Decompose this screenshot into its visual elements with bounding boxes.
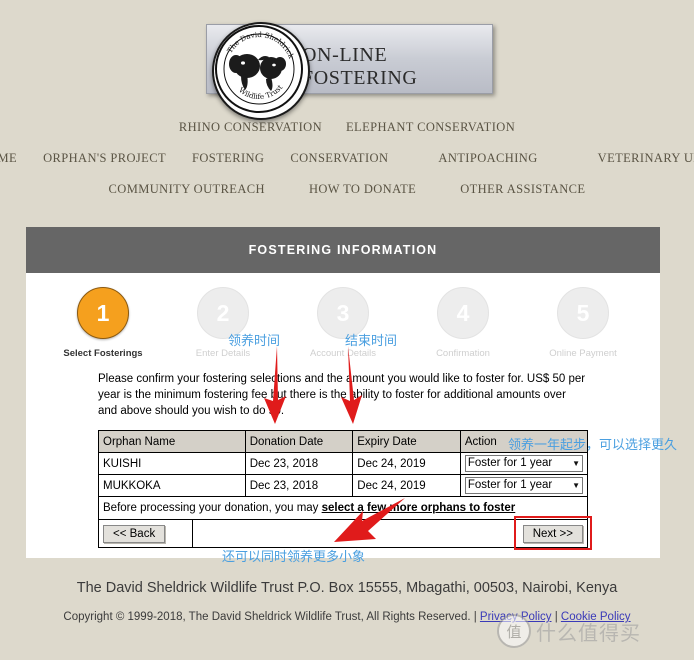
cell-action: Foster for 1 year ▼	[459, 452, 589, 475]
nav-item-elephant-conservation[interactable]: ELEPHANT CONSERVATION	[346, 120, 515, 135]
step-1-circle: 1	[77, 287, 129, 339]
main-navigation: RHINO CONSERVATION ELEPHANT CONSERVATION…	[0, 120, 694, 197]
cell-divider	[192, 520, 193, 547]
nav-item-fostering[interactable]: FOSTERING	[192, 151, 264, 166]
page-title: FOSTERING INFORMATION	[26, 227, 660, 273]
cell-donation-date: Dec 23, 2018	[244, 452, 354, 475]
watermark: 值 什么值得买	[497, 614, 641, 648]
cell-orphan-name: KUISHI	[98, 452, 246, 475]
table-row: MUKKOKA Dec 23, 2018 Dec 24, 2019 Foster…	[98, 474, 589, 497]
step-4[interactable]: 4 Confirmation	[417, 287, 509, 359]
nav-row-3: COMMUNITY OUTREACH HOW TO DONATE OTHER A…	[0, 182, 694, 197]
foster-duration-value: Foster for 1 year	[467, 479, 553, 491]
next-button-wrap: Next >>	[513, 516, 592, 550]
nav-item-antipoaching[interactable]: ANTIPOACHING	[438, 151, 537, 166]
annotation-arrow-donation-date	[264, 346, 286, 424]
annotation-year-note: 领养一年起步，可以选择更久	[508, 438, 678, 453]
foster-duration-select-kuishi[interactable]: Foster for 1 year ▼	[464, 455, 583, 472]
step-4-label: Confirmation	[436, 348, 490, 359]
step-5-circle: 5	[557, 287, 609, 339]
cell-expiry-date: Dec 24, 2019	[352, 474, 461, 497]
site-header: ON-LINE FOSTERING The David Sheldrick Wi…	[0, 0, 694, 120]
chevron-down-icon: ▼	[572, 481, 580, 490]
step-4-circle: 4	[437, 287, 489, 339]
watermark-badge-icon: 值	[497, 614, 531, 648]
annotation-arrow-select-more-link	[334, 498, 405, 542]
note-prefix: Before processing your donation, you may	[103, 502, 322, 514]
table-row: KUISHI Dec 23, 2018 Dec 24, 2019 Foster …	[98, 452, 589, 475]
nav-item-conservation[interactable]: CONSERVATION	[290, 151, 388, 166]
next-button-highlight-box	[513, 516, 592, 550]
foster-duration-value: Foster for 1 year	[467, 457, 553, 469]
nav-item-community-outreach[interactable]: COMMUNITY OUTREACH	[109, 182, 265, 197]
footer-address: The David Sheldrick Wildlife Trust P.O. …	[76, 580, 618, 596]
annotation-arrow-expiry-date	[341, 346, 362, 424]
cell-action: Foster for 1 year ▼	[459, 474, 589, 497]
dswt-seal-logo[interactable]: The David Sheldrick Wildlife Trust	[212, 22, 310, 120]
header-expiry-date: Expiry Date	[352, 430, 461, 453]
watermark-text: 什么值得买	[536, 620, 641, 645]
step-5-label: Online Payment	[549, 348, 617, 359]
step-5[interactable]: 5 Online Payment	[537, 287, 629, 359]
step-1-label: Select Fosterings	[63, 348, 143, 359]
nav-item-how-to-donate[interactable]: HOW TO DONATE	[309, 182, 416, 197]
nav-row-2: HOME ORPHAN'S PROJECT FOSTERING CONSERVA…	[0, 151, 694, 166]
header-orphan-name: Orphan Name	[98, 430, 246, 453]
cell-donation-date: Dec 23, 2018	[244, 474, 354, 497]
nav-item-rhino-conservation[interactable]: RHINO CONSERVATION	[179, 120, 322, 135]
cell-orphan-name: MUKKOKA	[98, 474, 246, 497]
nav-item-veterinary-unit[interactable]: VETERINARY UNIT	[598, 151, 694, 166]
nav-item-home[interactable]: HOME	[0, 151, 17, 166]
nav-row-1: RHINO CONSERVATION ELEPHANT CONSERVATION	[0, 120, 694, 135]
cell-expiry-date: Dec 24, 2019	[352, 452, 461, 475]
foster-duration-select-mukkoka[interactable]: Foster for 1 year ▼	[464, 477, 583, 494]
back-button[interactable]: << Back	[103, 524, 166, 543]
nav-item-other-assistance[interactable]: OTHER ASSISTANCE	[460, 182, 585, 197]
step-1[interactable]: 1 Select Fosterings	[57, 287, 149, 359]
banner-title: ON-LINE FOSTERING	[302, 44, 418, 89]
copyright-text: Copyright © 1999-2018, The David Sheldri…	[63, 611, 480, 623]
header-donation-date: Donation Date	[244, 430, 354, 453]
chevron-down-icon: ▼	[572, 459, 580, 468]
nav-item-orphans-project[interactable]: ORPHAN'S PROJECT	[43, 151, 166, 166]
